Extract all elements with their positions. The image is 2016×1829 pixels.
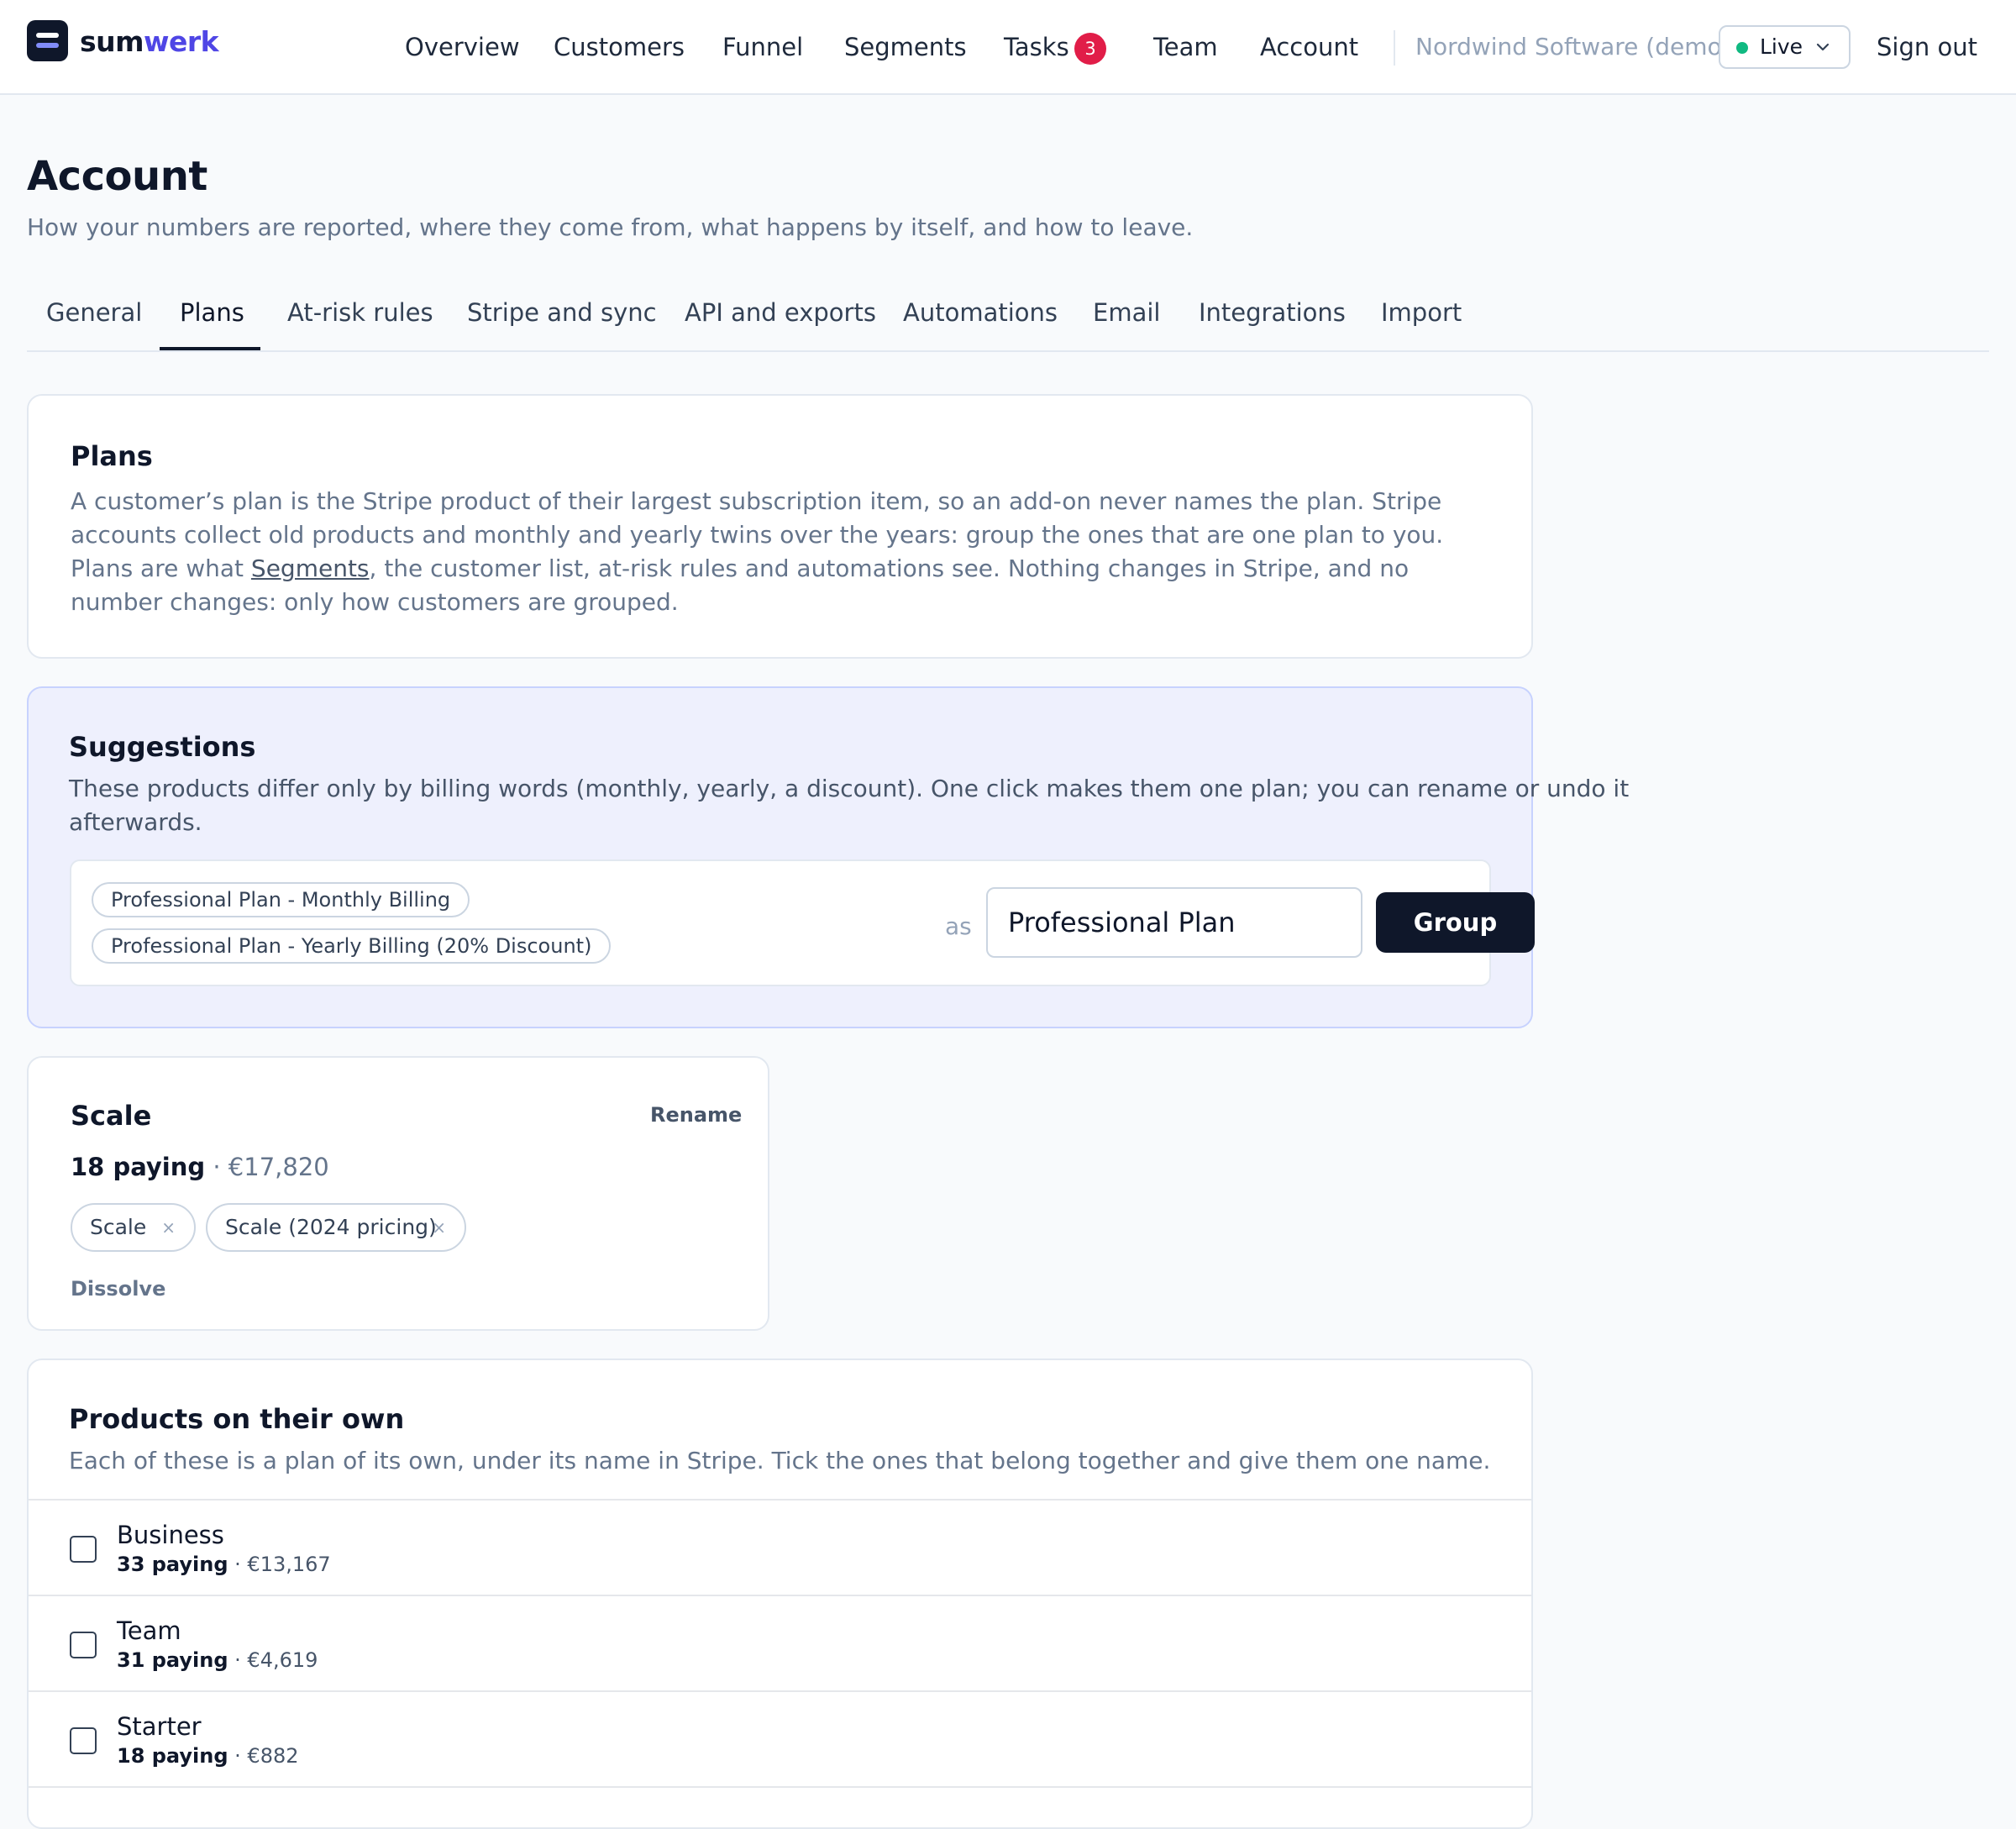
plans-intro-card: Plans A customer’s plan is the Stripe pr… (27, 394, 1533, 659)
nav-account[interactable]: Account (1260, 32, 1358, 62)
tab-import[interactable]: Import (1381, 297, 1462, 328)
plans-intro-line-3-start: Plans are what (71, 554, 251, 582)
plans-intro-text: A customer’s plan is the Stripe product … (71, 485, 1443, 619)
product-name: Starter (117, 1712, 202, 1741)
mode-select-label: Live (1760, 34, 1803, 59)
product-revenue: €4,619 (247, 1648, 318, 1672)
tab-email[interactable]: Email (1093, 297, 1160, 328)
product-paying: 18 paying (117, 1744, 228, 1768)
stats-separator: · (228, 1744, 248, 1768)
plan-product-chip: Scale (2024 pricing) × (206, 1203, 466, 1252)
page-subtitle: How your numbers are reported, where the… (27, 213, 1194, 241)
rename-link[interactable]: Rename (650, 1102, 742, 1127)
segments-link[interactable]: Segments (251, 554, 370, 582)
tab-automations[interactable]: Automations (903, 297, 1058, 328)
as-label: as (945, 912, 972, 940)
product-name: Business (117, 1521, 224, 1549)
plans-intro-line-1: A customer’s plan is the Stripe product … (71, 487, 1442, 515)
plans-intro-line-3: Plans are what Segments, the customer li… (71, 552, 1443, 586)
brand-name-part2: werk (144, 25, 219, 58)
plan-group-revenue: €17,820 (228, 1153, 329, 1181)
brand-name[interactable]: sumwerk (80, 25, 219, 59)
products-on-their-own-card: Products on their own Each of these is a… (27, 1359, 1533, 1829)
nav-divider (1394, 30, 1395, 66)
plans-intro-line-2: accounts collect old products and monthl… (71, 521, 1444, 549)
nav-tasks[interactable]: Tasks (1004, 32, 1069, 62)
nav-overview[interactable]: Overview (405, 32, 520, 62)
suggested-product-chip: Professional Plan - Monthly Billing (92, 882, 470, 917)
organization-name: Nordwind Software (demo) (1415, 33, 1731, 60)
group-name-input[interactable] (986, 887, 1362, 958)
page-title: Account (27, 153, 207, 200)
close-icon[interactable]: × (161, 1205, 176, 1250)
group-button[interactable]: Group (1376, 892, 1535, 953)
tabs-divider (27, 350, 1989, 352)
suggestions-line-2: afterwards. (69, 808, 202, 836)
nav-team[interactable]: Team (1153, 32, 1218, 62)
tab-api-and-exports[interactable]: API and exports (685, 297, 876, 328)
suggestion-row: Professional Plan - Monthly Billing Prof… (70, 859, 1535, 986)
plan-group-name: Scale (71, 1100, 152, 1132)
dissolve-link[interactable]: Dissolve (71, 1276, 165, 1301)
plan-group-card: Scale Rename 18 paying · €17,820 Scale ×… (27, 1056, 769, 1331)
product-revenue: €13,167 (247, 1553, 331, 1576)
plans-intro-line-4: number changes: only how customers are g… (71, 588, 679, 616)
suggestions-text: These products differ only by billing wo… (69, 772, 1629, 839)
tab-general[interactable]: General (46, 297, 142, 328)
products-on-their-own-description: Each of these is a plan of its own, unde… (69, 1447, 1491, 1474)
checkbox-icon[interactable] (70, 1632, 97, 1658)
tasks-count-badge: 3 (1074, 33, 1106, 65)
product-stats: 18 paying · €882 (117, 1743, 299, 1769)
product-paying: 33 paying (117, 1553, 228, 1576)
plan-product-label: Scale (2024 pricing) (225, 1215, 437, 1239)
row-divider (29, 1499, 1531, 1501)
suggestions-title: Suggestions (69, 731, 256, 763)
plan-product-label: Scale (90, 1215, 147, 1239)
product-stats: 31 paying · €4,619 (117, 1648, 318, 1673)
active-tab-indicator (160, 347, 260, 350)
suggested-product-chip: Professional Plan - Yearly Billing (20% … (92, 928, 612, 964)
suggestions-line-1: These products differ only by billing wo… (69, 775, 1630, 802)
tab-stripe-and-sync[interactable]: Stripe and sync (467, 297, 657, 328)
products-on-their-own-title: Products on their own (69, 1403, 405, 1435)
plan-group-stats: 18 paying · €17,820 (71, 1152, 329, 1182)
tab-plans[interactable]: Plans (180, 297, 244, 328)
product-paying: 31 paying (117, 1648, 228, 1672)
brand-name-part1: sum (80, 25, 144, 58)
status-dot-icon (1736, 42, 1748, 54)
plan-product-chip: Scale × (71, 1203, 196, 1252)
row-divider (29, 1595, 1531, 1596)
plans-intro-title: Plans (71, 440, 153, 472)
chevron-down-icon (1816, 43, 1830, 51)
plans-intro-line-3-end: , the customer list, at-risk rules and a… (369, 554, 1410, 582)
nav-funnel[interactable]: Funnel (722, 32, 803, 62)
nav-customers[interactable]: Customers (554, 32, 685, 62)
mode-select[interactable]: Live (1719, 25, 1851, 69)
checkbox-icon[interactable] (70, 1727, 97, 1754)
top-navigation-bar: sumwerk Overview Customers Funnel Segmen… (0, 0, 2016, 95)
row-divider (29, 1786, 1531, 1788)
close-icon[interactable]: × (432, 1205, 446, 1250)
nav-segments[interactable]: Segments (844, 32, 967, 62)
product-name: Team (117, 1616, 181, 1645)
stats-separator: · (228, 1648, 248, 1672)
sign-out-link[interactable]: Sign out (1877, 32, 1977, 62)
checkbox-icon[interactable] (70, 1536, 97, 1563)
product-revenue: €882 (247, 1744, 299, 1768)
tab-integrations[interactable]: Integrations (1199, 297, 1346, 328)
row-divider (29, 1690, 1531, 1692)
tab-at-risk-rules[interactable]: At-risk rules (287, 297, 433, 328)
plan-group-paying: 18 paying (71, 1153, 206, 1181)
stats-separator: · (205, 1153, 228, 1181)
stats-separator: · (228, 1553, 248, 1576)
suggestions-card: Suggestions These products differ only b… (27, 686, 1629, 1028)
product-stats: 33 paying · €13,167 (117, 1552, 331, 1577)
logo-icon[interactable] (27, 20, 68, 61)
